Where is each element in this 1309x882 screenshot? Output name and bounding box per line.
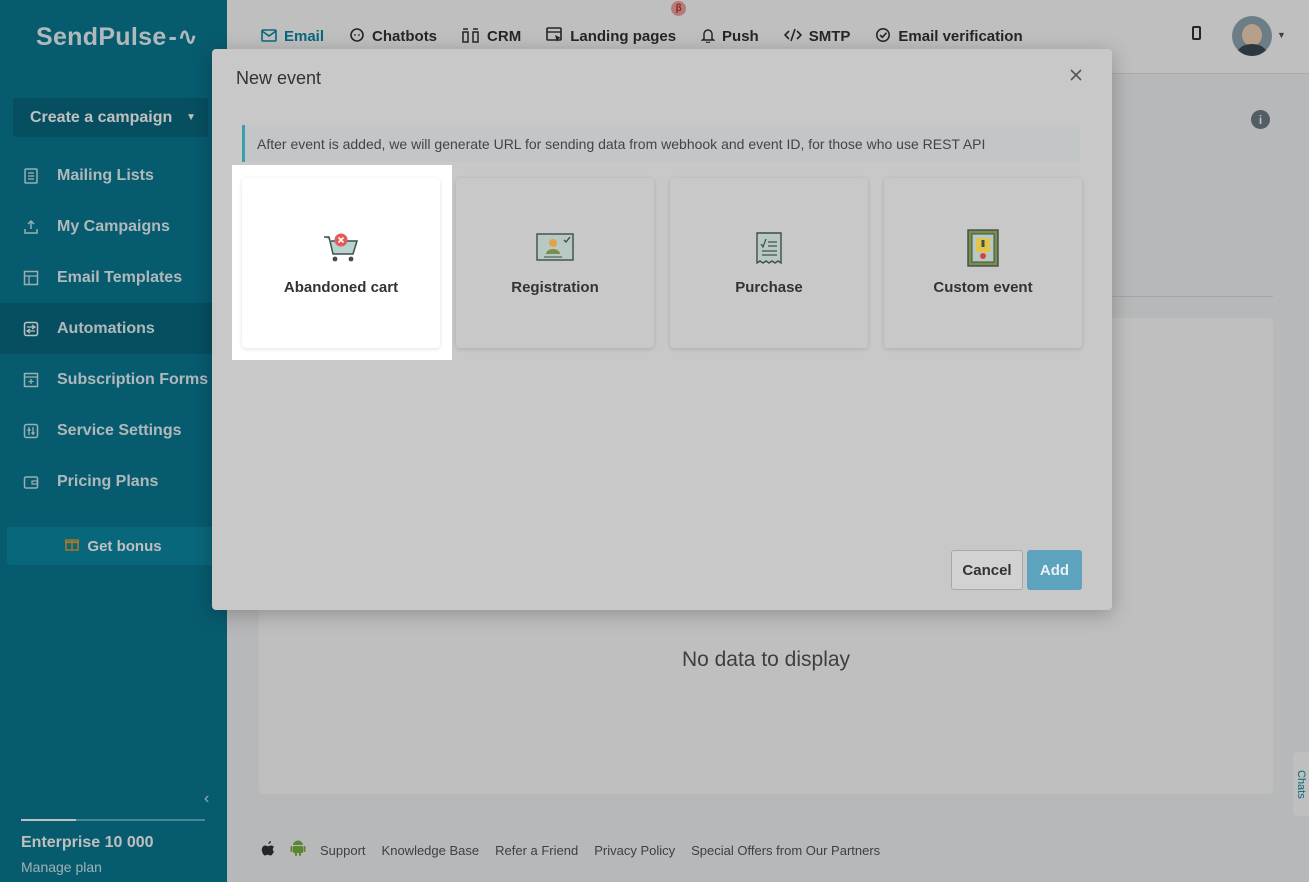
event-card-registration[interactable]: Registration <box>456 178 654 348</box>
event-card-abandoned-cart[interactable]: Abandoned cart <box>242 178 440 348</box>
event-card-custom-event[interactable]: Custom event <box>884 178 1082 348</box>
event-card-label: Abandoned cart <box>283 278 399 296</box>
receipt-icon <box>750 231 788 265</box>
cancel-button[interactable]: Cancel <box>951 550 1023 590</box>
notice-text: After event is added, we will generate U… <box>257 135 986 152</box>
registration-icon <box>536 231 574 265</box>
event-card-label: Registration <box>511 278 599 296</box>
custom-event-icon <box>964 228 1002 267</box>
event-card-label: Purchase <box>735 278 803 296</box>
add-button[interactable]: Add <box>1027 550 1082 590</box>
new-event-modal: New event After event is added, we will … <box>212 49 1112 610</box>
close-icon[interactable] <box>1069 65 1083 88</box>
event-card-label: Custom event <box>933 278 1033 296</box>
modal-title: New event <box>236 68 322 88</box>
event-card-purchase[interactable]: Purchase <box>670 178 868 348</box>
abandoned-cart-icon <box>322 231 360 265</box>
info-notice: After event is added, we will generate U… <box>242 125 1080 162</box>
